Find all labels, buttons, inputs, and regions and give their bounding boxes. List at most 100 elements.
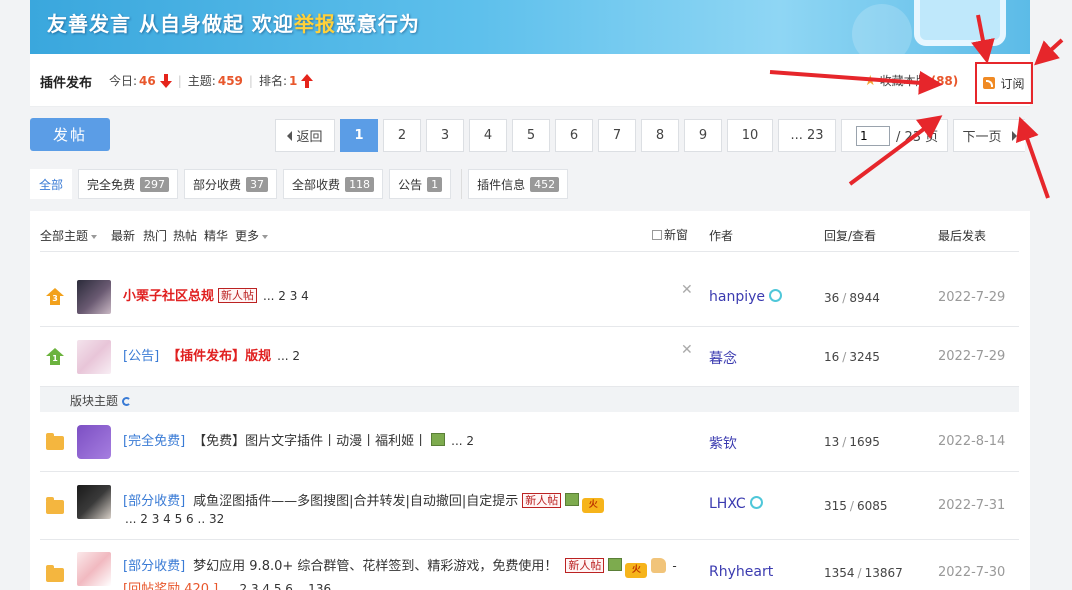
avatar[interactable] (77, 552, 111, 586)
thread-title-line: 小栗子社区总规 新人帖 ... 2 3 4 (123, 285, 309, 304)
reply-count: 1354 (824, 566, 855, 580)
page-jump-input[interactable] (856, 125, 890, 146)
subscribe-button[interactable]: 订阅 (975, 62, 1033, 104)
sort-digest[interactable]: 精华 (204, 227, 228, 244)
pinned-global-icon: 3 (46, 288, 64, 306)
page-8-button[interactable]: 8 (641, 119, 679, 152)
hot-icon: 火 (625, 563, 648, 578)
thread-meta-line: [回帖奖励 420 ] ... 2 3 4 5 6 .. 136 (123, 578, 331, 590)
reply-view-column-header: 回复/查看 (824, 229, 877, 243)
reply-count: 315 (824, 499, 847, 513)
folder-icon (46, 497, 64, 514)
new-window-toggle[interactable]: 新窗 (652, 226, 688, 243)
thread-pages[interactable]: ... 2 3 4 5 6 .. 136 (224, 582, 331, 590)
thread-tag[interactable]: [部分收费] (123, 494, 185, 509)
page-1-button[interactable]: 1 (340, 119, 378, 152)
table-row[interactable]: 1 [公告] 【插件发布】版规 ... 2 ✕ 暮念 16/3245 2022-7-… (40, 327, 1019, 387)
filter-plugin-info[interactable]: 插件信息 452 (468, 169, 569, 199)
avatar[interactable] (77, 485, 111, 519)
table-row[interactable]: 3 小栗子社区总规 新人帖... 2 3 4 ✕ hanpiye 36/8944 … (40, 268, 1019, 327)
new-post-button[interactable]: 发帖 (30, 118, 110, 151)
filter-count-badge: 37 (246, 176, 269, 192)
page-5-button[interactable]: 5 (512, 119, 550, 152)
more-label: 更多 (235, 229, 260, 243)
avatar[interactable] (77, 340, 111, 374)
filter-free[interactable]: 完全免费 297 (78, 169, 179, 199)
view-count: 13867 (864, 566, 903, 580)
thread-title[interactable]: 【插件发布】版规 (167, 349, 271, 364)
close-icon[interactable]: ✕ (681, 342, 693, 358)
thread-pages[interactable]: ... 2 3 4 (263, 289, 309, 303)
thread-author[interactable]: 暮念 (709, 348, 737, 368)
back-button[interactable]: 返回 (275, 119, 335, 152)
thread-tag[interactable]: [完全免费] (123, 434, 185, 449)
filter-count-badge: 452 (530, 176, 560, 192)
close-icon[interactable]: ✕ (681, 282, 693, 298)
author-name: hanpiye (709, 289, 765, 305)
last-post-date[interactable]: 2022-7-29 (938, 349, 1005, 364)
page-9-button[interactable]: 9 (684, 119, 722, 152)
next-page-button[interactable]: 下一页 (953, 119, 1025, 152)
page-6-button[interactable]: 6 (555, 119, 593, 152)
thread-title[interactable]: 梦幻应用 9.8.0+ 综合群管、花样签到、精彩游戏，免费使用！ (193, 559, 557, 574)
reply-view-count: 1354/13867 (824, 566, 903, 580)
filter-partial-paid[interactable]: 部分收费 37 (184, 169, 278, 199)
thread-title[interactable]: 【免费】图片文字插件丨动漫丨福利姬丨 (193, 434, 427, 449)
favorite-forum-link[interactable]: ★ 收藏本版 (88) (864, 72, 958, 89)
favorite-count: (88) (930, 73, 959, 88)
sort-hot-posts[interactable]: 热帖 (173, 227, 197, 244)
page-10-button[interactable]: 10 (727, 119, 773, 152)
filter-announcement[interactable]: 公告 1 (389, 169, 452, 199)
banner-decoration (852, 4, 912, 54)
chevron-left-icon (287, 130, 293, 141)
thread-author[interactable]: Rhyheart (709, 564, 773, 580)
thread-title[interactable]: 咸鱼涩图插件——多图搜图|合并转发|自动撤回|自定提示 (193, 494, 518, 509)
table-row[interactable]: [部分收费] 咸鱼涩图插件——多图搜图|合并转发|自动撤回|自定提示 新人帖 火 ..… (40, 472, 1019, 540)
checkbox[interactable] (652, 230, 662, 240)
thread-pages[interactable]: ... 2 (451, 434, 474, 448)
sort-hot[interactable]: 热门 (143, 227, 167, 244)
last-post-date[interactable]: 2022-7-31 (938, 498, 1005, 513)
thread-pages[interactable]: ... 2 3 4 5 6 .. 32 (125, 512, 224, 526)
annotation-arrow (1034, 38, 1064, 66)
page-4-button[interactable]: 4 (469, 119, 507, 152)
thread-title-line: [部分收费] 咸鱼涩图插件——多图搜图|合并转发|自动撤回|自定提示 新人帖 火 (123, 490, 605, 513)
sort-newest[interactable]: 最新 (111, 227, 135, 244)
thread-extra: - (672, 559, 677, 573)
thread-title-line: [完全免费] 【免费】图片文字插件丨动漫丨福利姬丨 ... 2 (123, 430, 474, 449)
all-topics-dropdown[interactable]: 全部主题 (40, 227, 98, 244)
page-3-button[interactable]: 3 (426, 119, 464, 152)
filter-count-badge: 1 (427, 176, 443, 192)
today-value: 46 (139, 73, 156, 88)
last-post-date[interactable]: 2022-8-14 (938, 434, 1005, 449)
table-row[interactable]: [部分收费] 梦幻应用 9.8.0+ 综合群管、花样签到、精彩游戏，免费使用！ 新人… (40, 540, 1019, 590)
thread-tag[interactable]: [部分收费] (123, 559, 185, 574)
subscribe-label: 订阅 (1000, 76, 1025, 91)
thread-tag[interactable]: [公告] (123, 349, 159, 364)
filter-all[interactable]: 全部 (30, 169, 73, 199)
banner-text-2: 恶意行为 (335, 12, 420, 36)
last-post-date[interactable]: 2022-7-30 (938, 565, 1005, 580)
reply-count: 16 (824, 350, 840, 364)
thread-author[interactable]: 紫钦 (709, 433, 737, 453)
thread-title[interactable]: 小栗子社区总规 (123, 289, 214, 304)
image-attachment-icon (608, 558, 623, 571)
last-post-date[interactable]: 2022-7-29 (938, 290, 1005, 305)
refresh-icon[interactable] (122, 397, 132, 406)
avatar[interactable] (77, 280, 111, 314)
thread-pages[interactable]: ... 2 (277, 349, 300, 363)
page-2-button[interactable]: 2 (383, 119, 421, 152)
filter-all-paid[interactable]: 全部收费 118 (283, 169, 384, 199)
thread-pages-line: ... 2 3 4 5 6 .. 32 (125, 512, 224, 527)
avatar[interactable] (77, 425, 111, 459)
thread-author[interactable]: LHXC (709, 496, 763, 512)
thread-author[interactable]: hanpiye (709, 289, 782, 305)
reply-count: 13 (824, 435, 840, 449)
last-page-button[interactable]: ... 23 (778, 119, 836, 152)
page-7-button[interactable]: 7 (598, 119, 636, 152)
more-dropdown[interactable]: 更多 (235, 227, 269, 244)
type-filter-bar: 全部 完全免费 297 部分收费 37 全部收费 118 公告 1 插件信息 452 (30, 169, 574, 199)
newbie-badge: 新人帖 (218, 288, 258, 303)
filter-label: 部分收费 (193, 177, 242, 192)
table-row[interactable]: [完全免费] 【免费】图片文字插件丨动漫丨福利姬丨 ... 2 紫钦 13/1695… (40, 412, 1019, 472)
